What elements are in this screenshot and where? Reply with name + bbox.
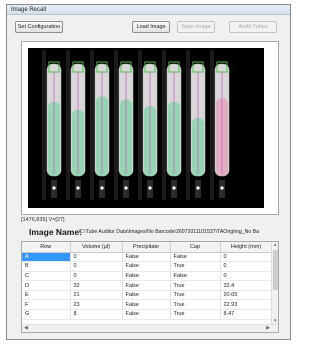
holder-hole-icon xyxy=(172,186,176,190)
tube-rack-image xyxy=(22,42,278,214)
horizontal-scrollbar[interactable]: ◀ ▶ xyxy=(22,324,278,332)
table-row[interactable]: G 8 False True 8.47 xyxy=(22,309,273,320)
rack-divider xyxy=(138,50,142,200)
holder-hole-icon xyxy=(196,186,200,190)
table-cell[interactable]: True xyxy=(170,261,221,272)
scroll-up-icon[interactable]: ▲ xyxy=(273,242,277,248)
table-cell[interactable]: 23 xyxy=(70,299,123,311)
table-cell[interactable]: 22.93 xyxy=(220,299,273,311)
table-cell[interactable]: False xyxy=(170,252,221,263)
rack-divider xyxy=(90,50,94,200)
results-table: Row Volume (µl) Precipitate Cap Height (mm) … xyxy=(22,242,273,320)
window-title: Image Recall xyxy=(7,5,290,15)
image-recall-window: Image Recall Set Configuration Load Imag… xyxy=(6,4,291,340)
table-cell[interactable]: C xyxy=(22,271,71,282)
rack-divider xyxy=(210,50,214,200)
cursor-coordinates: [1476,839] V=[27] xyxy=(21,217,65,223)
table-row[interactable]: B 0 False True 0 xyxy=(22,261,273,272)
rack-divider xyxy=(114,50,118,200)
table-row[interactable]: A 0 False False 0 xyxy=(22,252,273,263)
scroll-thumb[interactable] xyxy=(273,250,278,290)
table-cell[interactable]: D xyxy=(22,280,71,291)
holder-hole-icon xyxy=(100,186,104,190)
set-configuration-button[interactable]: Set Configuration xyxy=(15,21,63,33)
holder-hole-icon xyxy=(76,186,80,190)
save-image-button[interactable]: Save Image xyxy=(177,21,215,33)
rack-divider xyxy=(66,50,70,200)
scroll-left-icon[interactable]: ◀ xyxy=(24,325,28,332)
column-header[interactable]: Height (mm) xyxy=(220,242,273,253)
table-header: Row Volume (µl) Precipitate Cap Height (mm) xyxy=(22,242,273,253)
rack-divider xyxy=(42,50,46,200)
column-header[interactable]: Row xyxy=(22,242,71,253)
image-name-row: Image Name: C:\Tube Auditor Data\Images\… xyxy=(21,227,279,237)
holder-hole-icon xyxy=(220,186,224,190)
rack-divider xyxy=(186,50,190,200)
audit-tubes-button[interactable]: Audit Tubes xyxy=(229,21,277,33)
table-cell[interactable]: False xyxy=(122,309,171,320)
table-cell[interactable]: B xyxy=(22,261,71,272)
table-cell[interactable]: False xyxy=(122,290,171,301)
table-cell[interactable]: 0 xyxy=(70,271,123,282)
column-header[interactable]: Cap xyxy=(170,242,221,253)
table-cell[interactable]: False xyxy=(122,271,171,282)
table-cell[interactable]: False xyxy=(122,280,171,291)
table-cell[interactable]: 8 xyxy=(70,309,123,320)
table-row[interactable]: F 23 False True 22.93 xyxy=(22,299,273,311)
table-cell[interactable]: 0 xyxy=(70,252,123,263)
table-cell[interactable]: False xyxy=(170,271,221,282)
results-table-container[interactable]: Row Volume (µl) Precipitate Cap Height (mm) … xyxy=(21,241,279,333)
table-cell[interactable]: True xyxy=(170,309,221,320)
rack-divider xyxy=(162,50,166,200)
table-cell[interactable]: F xyxy=(22,299,71,311)
load-image-button[interactable]: Load Image xyxy=(132,21,170,33)
table-row[interactable]: D 32 False True 32.4 xyxy=(22,280,273,291)
table-cell[interactable]: False xyxy=(122,252,171,263)
table-cell[interactable]: 32 xyxy=(70,280,123,291)
table-body: A 0 False False 0 B 0 False True 0 C 0 False False 0 D 3… xyxy=(22,252,273,320)
table-cell[interactable]: False xyxy=(122,299,171,311)
table-row[interactable]: E 21 False True 20.65 xyxy=(22,290,273,301)
table-cell[interactable]: A xyxy=(22,252,71,263)
table-cell[interactable]: False xyxy=(122,261,171,272)
image-name-label: Image Name: xyxy=(29,227,82,237)
holder-hole-icon xyxy=(148,186,152,190)
table-cell[interactable]: E xyxy=(22,290,71,301)
column-header[interactable]: Precipitate xyxy=(122,242,171,253)
toolbar: Set Configuration Load Image Save Image … xyxy=(7,21,290,35)
table-cell[interactable]: 0 xyxy=(220,271,273,282)
table-cell[interactable]: True xyxy=(170,299,221,311)
holder-hole-icon xyxy=(52,186,56,190)
scroll-right-icon[interactable]: ▶ xyxy=(266,325,270,332)
holder-hole-icon xyxy=(124,186,128,190)
table-cell[interactable]: True xyxy=(170,290,221,301)
column-header[interactable]: Volume (µl) xyxy=(70,242,123,253)
table-cell[interactable]: 8.47 xyxy=(220,309,273,320)
table-row[interactable]: C 0 False False 0 xyxy=(22,271,273,282)
table-cell[interactable]: 21 xyxy=(70,290,123,301)
vertical-scrollbar[interactable]: ▲ ▼ xyxy=(271,242,278,324)
image-name-value: C:\Tube Auditor Data\Images\No Barcode\2… xyxy=(79,229,260,235)
image-viewer[interactable] xyxy=(21,41,279,215)
table-cell[interactable]: True xyxy=(170,280,221,291)
table-cell[interactable]: 32.4 xyxy=(220,280,273,291)
table-cell[interactable]: 0 xyxy=(220,261,273,272)
table-cell[interactable]: G xyxy=(22,309,71,320)
table-cell[interactable]: 0 xyxy=(220,252,273,263)
table-cell[interactable]: 20.65 xyxy=(220,290,273,301)
table-cell[interactable]: 0 xyxy=(70,261,123,272)
